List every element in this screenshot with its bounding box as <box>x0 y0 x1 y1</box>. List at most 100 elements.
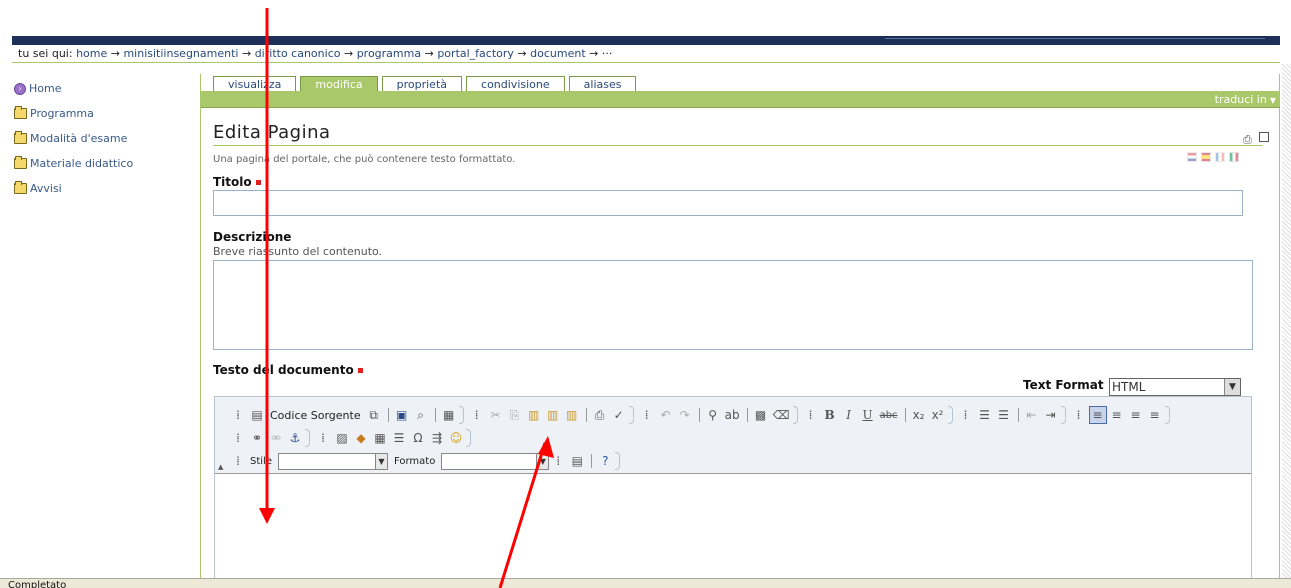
sidebar-item-modalita[interactable]: Modalità d'esame <box>14 130 204 147</box>
about-icon[interactable]: ? <box>596 452 614 470</box>
grip-icon: ⁞ <box>236 408 240 422</box>
tab-visualizza[interactable]: visualizza <box>213 76 297 92</box>
page-break-icon[interactable]: ⇶ <box>428 429 446 447</box>
flag-es-icon[interactable] <box>1201 152 1211 162</box>
tab-proprieta[interactable]: proprietà <box>381 76 463 92</box>
editor-content-area[interactable] <box>215 473 1251 588</box>
source-button[interactable]: Codice Sorgente <box>267 406 364 424</box>
sidebar-item-home[interactable]: › Home <box>14 80 204 97</box>
folder-icon <box>14 181 27 194</box>
print-icon[interactable]: ⎙ <box>591 406 609 424</box>
toolbar-group-end <box>1164 406 1170 424</box>
collapse-toolbar-icon[interactable]: ▲ <box>218 463 223 471</box>
strikethrough-icon[interactable]: abc <box>878 406 900 424</box>
flag-fr-icon[interactable] <box>1215 152 1225 162</box>
print-icon[interactable]: ⎙ <box>1243 133 1252 147</box>
horizontal-rule-icon[interactable]: ☰ <box>390 429 408 447</box>
flash-icon[interactable]: ◆ <box>352 429 370 447</box>
underline-icon[interactable]: U <box>859 406 877 424</box>
remove-format-icon[interactable]: ⌫ <box>771 406 792 424</box>
breadcrumb-minisiti[interactable]: minisitiinsegnamenti <box>123 47 238 60</box>
sidebar-item-materiale[interactable]: Materiale didattico <box>14 155 204 172</box>
editor-toolbar-row-1: ⁞ ▤ Codice Sorgente ⧉ ▣ ⌕ ▦ ⁞ ✂ ⎘ ▥ ▥ ▥ … <box>229 405 1174 425</box>
bold-icon[interactable]: B <box>821 406 839 424</box>
tab-aliases[interactable]: aliases <box>568 76 637 92</box>
flag-en-icon[interactable] <box>1187 152 1197 162</box>
rich-text-editor: ⁞ ▤ Codice Sorgente ⧉ ▣ ⌕ ▦ ⁞ ✂ ⎘ ▥ ▥ ▥ … <box>214 396 1252 588</box>
descrizione-textarea[interactable] <box>213 260 1253 350</box>
breadcrumb-document[interactable]: document <box>530 47 586 60</box>
indent-icon[interactable]: ⇥ <box>1042 406 1060 424</box>
tab-modifica[interactable]: modifica <box>300 76 378 92</box>
align-right-icon[interactable]: ≡ <box>1127 406 1145 424</box>
sidebar-item-avvisi[interactable]: Avvisi <box>14 180 204 197</box>
breadcrumb-home[interactable]: home <box>76 47 107 60</box>
breadcrumb-programma[interactable]: programma <box>357 47 421 60</box>
translate-menu[interactable]: traduci in ▼ <box>1215 92 1276 108</box>
breadcrumb-separator: → <box>241 47 252 60</box>
replace-icon[interactable]: ab <box>723 406 742 424</box>
flag-it-icon[interactable] <box>1229 152 1239 162</box>
paste-word-icon[interactable]: ▥ <box>563 406 581 424</box>
paste-icon[interactable]: ▥ <box>525 406 543 424</box>
preview-icon[interactable]: ⌕ <box>412 406 430 424</box>
italic-icon[interactable]: I <box>840 406 858 424</box>
smiley-icon[interactable]: ☺ <box>447 429 465 447</box>
copy-format-icon[interactable]: ⧉ <box>365 406 383 424</box>
testo-label: Testo del documento <box>213 363 363 377</box>
align-justify-icon[interactable]: ≡ <box>1146 406 1164 424</box>
format-label: Formato <box>393 455 436 467</box>
text-format-label: Text Format <box>1023 378 1104 392</box>
align-left-icon[interactable]: ≡ <box>1088 406 1107 424</box>
templates-icon[interactable]: ▦ <box>440 406 458 424</box>
unlink-icon[interactable]: ⚮ <box>267 429 285 447</box>
external-link-icon[interactable] <box>1259 132 1269 142</box>
status-bar: Completato <box>0 578 1291 588</box>
titolo-input[interactable] <box>213 190 1243 216</box>
required-icon <box>357 368 363 373</box>
save-icon[interactable]: ▣ <box>393 406 411 424</box>
anchor-icon[interactable]: ⚓ <box>286 429 304 447</box>
cut-icon[interactable]: ✂ <box>487 406 505 424</box>
special-char-icon[interactable]: Ω <box>409 429 427 447</box>
style-combo[interactable]: ▼ <box>277 452 388 470</box>
tab-condivisione[interactable]: condivisione <box>466 76 565 92</box>
testo-label-text: Testo del documento <box>213 363 354 377</box>
action-bar: traduci in ▼ <box>201 91 1280 108</box>
toolbar-separator <box>591 454 593 468</box>
folder-icon <box>14 106 27 119</box>
grip-icon: ⁞ <box>236 454 240 468</box>
bulleted-list-icon[interactable]: ☰ <box>995 406 1013 424</box>
breadcrumb-diritto[interactable]: diritto canonico <box>255 47 341 60</box>
descrizione-label: Descrizione <box>213 230 292 244</box>
vertical-scrollbar[interactable] <box>1282 64 1291 578</box>
outdent-icon[interactable]: ⇤ <box>1023 406 1041 424</box>
breadcrumb-portal-factory[interactable]: portal_factory <box>437 47 514 60</box>
superscript-icon[interactable]: x² <box>929 406 947 424</box>
link-icon[interactable]: ⚭ <box>248 429 266 447</box>
breadcrumb-separator: → <box>517 47 527 60</box>
find-icon[interactable]: ⚲ <box>704 406 722 424</box>
image-icon[interactable]: ▨ <box>333 429 351 447</box>
spellcheck-icon[interactable]: ✓ <box>610 406 628 424</box>
show-blocks-icon[interactable]: ▤ <box>568 452 586 470</box>
sidebar-item-programma[interactable]: Programma <box>14 105 204 122</box>
tab-bar: visualizza modifica proprietà condivisio… <box>213 76 640 92</box>
copy-icon[interactable]: ⎘ <box>506 406 524 424</box>
undo-icon[interactable]: ↶ <box>657 406 675 424</box>
select-all-icon[interactable]: ▩ <box>752 406 770 424</box>
source-icon[interactable]: ▤ <box>248 406 266 424</box>
toolbar-group-end <box>947 406 953 424</box>
editor-toolbar-row-2: ⁞ ⚭ ⚮ ⚓ ⁞ ▨ ◆ ▦ ☰ Ω ⇶ ☺ <box>229 428 475 448</box>
subscript-icon[interactable]: x₂ <box>910 406 928 424</box>
sidebar-item-label: Avvisi <box>30 182 62 195</box>
format-combo[interactable]: ▼ <box>441 452 550 470</box>
align-center-icon[interactable]: ≡ <box>1108 406 1126 424</box>
grip-icon: ⁞ <box>963 408 968 422</box>
table-icon[interactable]: ▦ <box>371 429 389 447</box>
numbered-list-icon[interactable]: ☰ <box>976 406 994 424</box>
text-format-select[interactable]: HTML ▼ <box>1109 378 1241 396</box>
page-title: Edita Pagina <box>213 122 331 143</box>
redo-icon[interactable]: ↷ <box>676 406 694 424</box>
paste-text-icon[interactable]: ▥ <box>544 406 562 424</box>
